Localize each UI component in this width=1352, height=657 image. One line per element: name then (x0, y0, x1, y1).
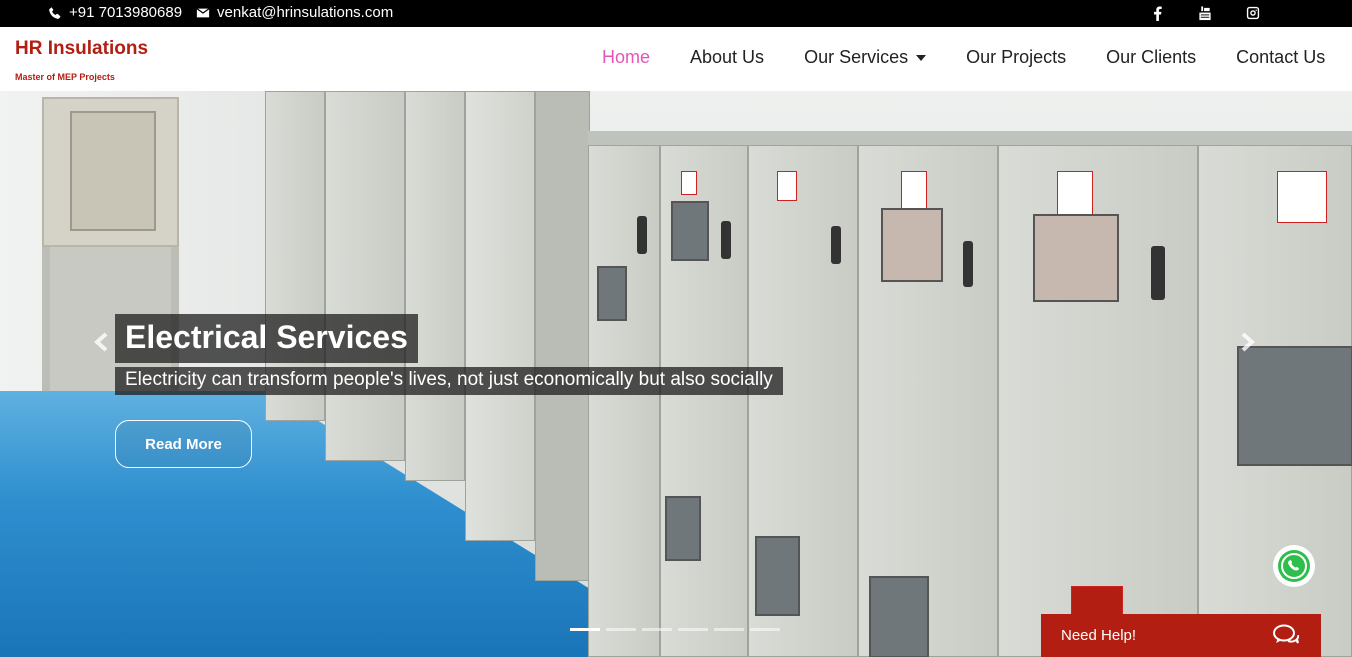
brand-tagline: Master of MEP Projects (15, 72, 115, 82)
hero-bg-cabinet (748, 145, 858, 657)
hero-bg-cabinet (535, 91, 590, 581)
hero-bg-panel (42, 97, 179, 247)
carousel-indicator[interactable] (750, 628, 780, 631)
chat-bubble-icon (1273, 624, 1300, 650)
nav-services-label: Our Services (804, 47, 909, 67)
carousel-indicator[interactable] (570, 628, 600, 631)
instagram-icon[interactable] (1244, 4, 1262, 22)
facebook-icon[interactable] (1148, 4, 1166, 22)
youtube-icon[interactable] (1196, 4, 1214, 22)
phone-number: +91 7013980689 (69, 4, 183, 21)
brand-name: HR Insulations (15, 38, 149, 59)
email-link[interactable]: venkat@hrinsulations.com (196, 4, 393, 21)
hero-bg-cabinet (405, 91, 465, 481)
hero-bg-cabinet (660, 145, 748, 657)
hero-bg-cabinet (998, 145, 1198, 657)
main-nav: Home About Us Our Services Our Projects … (602, 47, 1352, 68)
phone-icon (49, 6, 61, 19)
slide-title: Electrical Services (115, 314, 418, 363)
envelope-icon (196, 7, 210, 17)
carousel-indicator[interactable] (642, 628, 672, 631)
hero-bg-cabinet (588, 145, 660, 657)
carousel-prev-icon[interactable] (93, 332, 108, 352)
email-address: venkat@hrinsulations.com (217, 4, 394, 21)
carousel-next-icon[interactable] (1241, 332, 1256, 352)
phone-link[interactable]: +91 7013980689 (48, 4, 182, 21)
hero-bg-cabinet (325, 91, 405, 461)
need-help-widget[interactable]: Need Help! (1041, 614, 1321, 657)
hero-bg-cabinet (465, 91, 535, 541)
carousel-indicator[interactable] (714, 628, 744, 631)
nav-services[interactable]: Our Services (804, 47, 927, 68)
brand-logo[interactable]: HR Insulations Master of MEP Projects (15, 38, 148, 82)
carousel-indicators (570, 628, 786, 631)
slide-subtitle: Electricity can transform people's lives… (115, 367, 783, 395)
nav-projects[interactable]: Our Projects (966, 47, 1066, 68)
carousel-indicator[interactable] (606, 628, 636, 631)
contact-info: +91 7013980689 venkat@hrinsulations.com (48, 4, 407, 21)
whatsapp-icon[interactable] (1273, 545, 1315, 587)
nav-contact[interactable]: Contact Us (1236, 47, 1325, 68)
need-help-label: Need Help! (1061, 627, 1137, 644)
social-links (1148, 4, 1292, 22)
site-header: HR Insulations Master of MEP Projects Ho… (0, 27, 1352, 91)
carousel-indicator[interactable] (678, 628, 708, 631)
hero-bg-cabinet (858, 145, 998, 657)
hero-bg-rail (588, 131, 1352, 145)
nav-clients[interactable]: Our Clients (1106, 47, 1196, 68)
top-bar: +91 7013980689 venkat@hrinsulations.com (0, 0, 1352, 27)
nav-home[interactable]: Home (602, 47, 650, 68)
hero-carousel: Electrical Services Electricity can tran… (0, 91, 1352, 657)
nav-about[interactable]: About Us (690, 47, 764, 68)
read-more-button[interactable]: Read More (115, 420, 252, 468)
caret-down-icon (916, 54, 927, 61)
